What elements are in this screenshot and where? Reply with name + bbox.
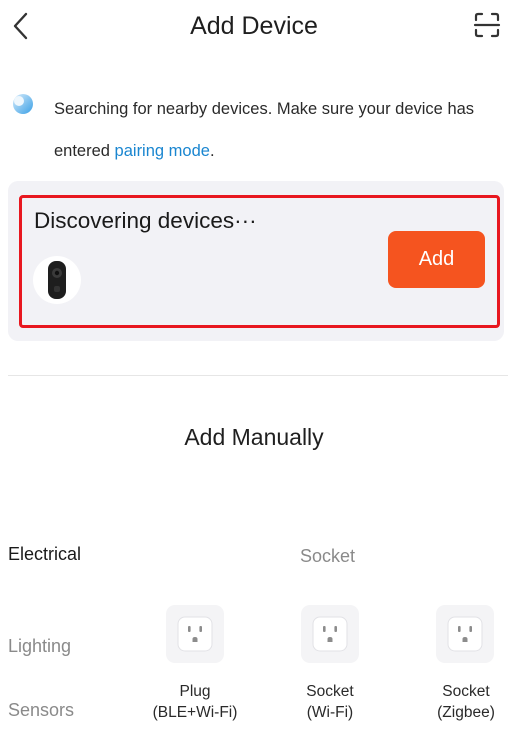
category-electrical[interactable]: Electrical xyxy=(8,544,81,565)
device-tile-socket-wifi[interactable] xyxy=(301,605,359,663)
page-title: Add Device xyxy=(190,12,318,40)
pairing-mode-link[interactable]: pairing mode xyxy=(115,142,210,160)
device-protocol: (Wi-Fi) xyxy=(306,704,354,721)
doorbell-camera-icon xyxy=(48,261,66,299)
device-tile-plug[interactable] xyxy=(166,605,224,663)
device-protocol: (Zigbee) xyxy=(437,704,495,721)
spinner-icon xyxy=(12,93,34,115)
outlet-icon xyxy=(447,616,483,652)
outlet-icon xyxy=(312,616,348,652)
device-name: Socket xyxy=(442,683,490,700)
add-manually-title: Add Manually xyxy=(184,424,324,450)
add-button[interactable]: Add xyxy=(388,231,485,288)
category-sensors[interactable]: Sensors xyxy=(8,700,74,721)
device-label-socket-zigbee: Socket (Zigbee) xyxy=(406,681,508,723)
category-lighting[interactable]: Lighting xyxy=(8,636,71,657)
subcategory-title: Socket xyxy=(300,546,356,566)
discovering-title: Discovering devices··· xyxy=(34,208,257,233)
device-name: Plug xyxy=(179,683,211,700)
search-notice: Searching for nearby devices. Make sure … xyxy=(54,88,494,172)
device-label-socket-wifi: Socket (Wi-Fi) xyxy=(270,681,390,723)
device-protocol: (BLE+Wi-Fi) xyxy=(152,704,238,721)
outlet-icon xyxy=(177,616,213,652)
divider xyxy=(8,375,508,376)
device-tile-socket-zigbee[interactable] xyxy=(436,605,494,663)
device-label-plug: Plug (BLE+Wi-Fi) xyxy=(135,681,255,723)
discovered-device[interactable] xyxy=(33,256,81,304)
notice-text-end: . xyxy=(209,142,215,160)
scan-qr-icon xyxy=(473,12,501,38)
scan-button[interactable] xyxy=(472,10,502,40)
device-name: Socket xyxy=(306,683,354,700)
